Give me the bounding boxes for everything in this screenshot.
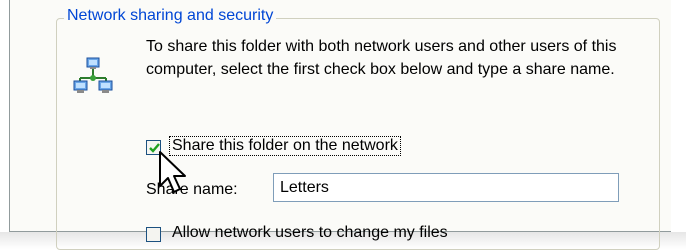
groupbox-title: Network sharing and security (64, 7, 277, 25)
sharing-description: To share this folder with both network u… (146, 38, 617, 78)
allow-changes-label[interactable]: Allow network users to change my files (172, 224, 448, 242)
share-name-input[interactable] (273, 173, 619, 202)
allow-changes-checkbox[interactable] (146, 227, 161, 242)
dialog-right-edge (671, 0, 686, 232)
mouse-pointer-icon (159, 151, 186, 193)
network-computers-icon (73, 57, 113, 93)
share-folder-label[interactable]: Share this folder on the network (169, 136, 401, 156)
